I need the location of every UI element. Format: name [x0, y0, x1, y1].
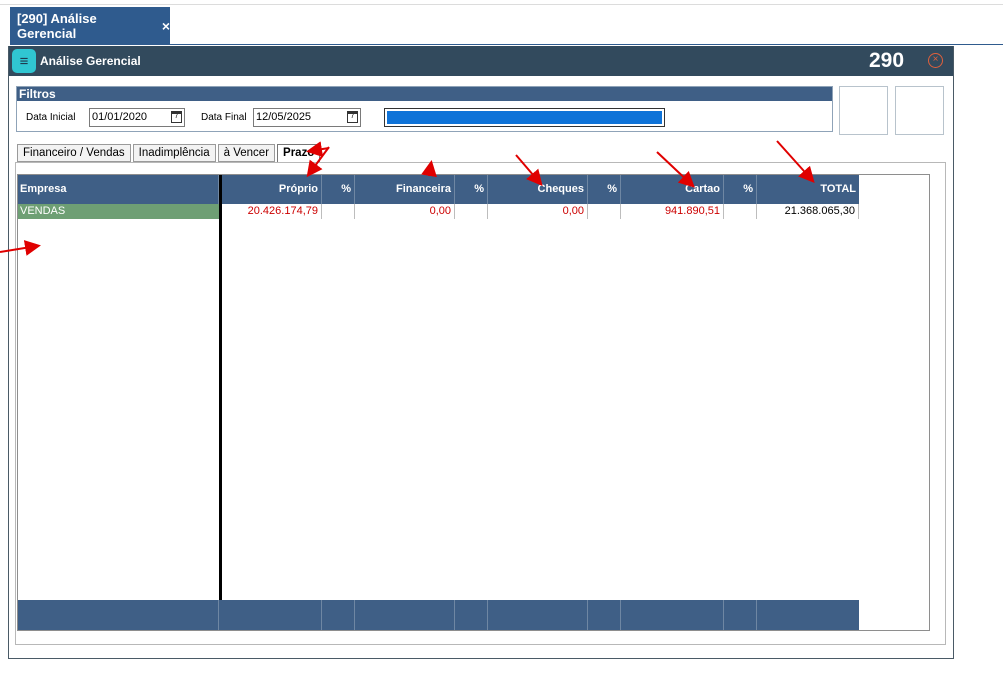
end-date-value: 12/05/2025 — [256, 111, 312, 123]
header-pct[interactable]: % — [455, 175, 488, 204]
footer-cell — [621, 600, 724, 630]
start-date-input[interactable]: 01/01/2020 7 — [89, 108, 185, 127]
footer-cell — [757, 600, 859, 630]
close-icon[interactable]: × — [162, 18, 170, 34]
footer-cell — [355, 600, 455, 630]
grid-footer — [18, 600, 859, 630]
footer-cell — [322, 600, 355, 630]
cell-financeira: 0,00 — [355, 204, 455, 219]
cell-cartao: 941.890,51 — [621, 204, 724, 219]
window-title: Análise Gerencial — [40, 54, 141, 68]
cell-pct — [455, 204, 488, 219]
table-row[interactable]: VENDAS 20.426.174,79 0,00 0,00 941.890,5… — [18, 204, 859, 219]
window-titlebar: ≡ Análise Gerencial 290 × — [9, 46, 953, 76]
header-total[interactable]: TOTAL — [757, 175, 859, 204]
footer-cell — [724, 600, 757, 630]
data-grid[interactable]: Empresa Próprio % Financeira % Cheques %… — [17, 174, 930, 631]
cell-total: 21.368.065,30 — [757, 204, 859, 219]
document-tab[interactable]: [290] Análise Gerencial × — [10, 7, 170, 44]
header-pct[interactable]: % — [724, 175, 757, 204]
start-date-label: Data Inicial — [26, 112, 76, 123]
cell-pct — [588, 204, 621, 219]
header-financeira[interactable]: Financeira — [355, 175, 455, 204]
progress-fill — [387, 111, 662, 124]
document-tab-label: [290] Análise Gerencial — [17, 10, 97, 41]
tab-bar: Financeiro / Vendas Inadimplência à Venc… — [17, 144, 322, 163]
top-rule — [0, 4, 1003, 5]
cell-pct — [322, 204, 355, 219]
filters-panel: Filtros Data Inicial 01/01/2020 7 Data F… — [16, 86, 833, 132]
header-cartao[interactable]: Cartao — [621, 175, 724, 204]
header-pct[interactable]: % — [588, 175, 621, 204]
footer-cell — [455, 600, 488, 630]
cell-cheques: 0,00 — [488, 204, 588, 219]
calendar-icon[interactable]: 7 — [347, 111, 358, 123]
tab-prazo[interactable]: Prazo — [277, 144, 321, 163]
end-date-input[interactable]: 12/05/2025 7 — [253, 108, 361, 127]
side-button-1[interactable] — [839, 86, 888, 135]
header-pct[interactable]: % — [322, 175, 355, 204]
end-date-label: Data Final — [201, 112, 247, 123]
footer-cell — [488, 600, 588, 630]
footer-cell — [18, 600, 219, 630]
grid-header: Empresa Próprio % Financeira % Cheques %… — [18, 175, 859, 204]
analysis-window: ≡ Análise Gerencial 290 × Filtros Data I… — [8, 46, 954, 659]
header-empresa[interactable]: Empresa — [18, 175, 219, 204]
footer-cell — [222, 600, 322, 630]
tab-a-vencer[interactable]: à Vencer — [217, 144, 276, 162]
cell-empresa: VENDAS — [18, 204, 219, 219]
calendar-icon[interactable]: 7 — [171, 111, 182, 123]
progress-bar — [384, 108, 665, 127]
start-date-value: 01/01/2020 — [92, 111, 148, 123]
header-cheques[interactable]: Cheques — [488, 175, 588, 204]
tab-underline — [10, 44, 1003, 45]
window-close-icon[interactable]: × — [928, 53, 943, 68]
footer-cell — [588, 600, 621, 630]
frozen-column-separator — [219, 175, 222, 630]
cell-pct — [724, 204, 757, 219]
tab-inadimplencia[interactable]: Inadimplência — [132, 144, 216, 162]
cell-proprio: 20.426.174,79 — [222, 204, 322, 219]
window-number: 290 — [869, 49, 905, 72]
app-logo-icon: ≡ — [12, 49, 36, 73]
header-proprio[interactable]: Próprio — [222, 175, 322, 204]
filters-title: Filtros — [17, 87, 832, 101]
side-button-2[interactable] — [895, 86, 944, 135]
tab-financeiro-vendas[interactable]: Financeiro / Vendas — [17, 144, 131, 162]
